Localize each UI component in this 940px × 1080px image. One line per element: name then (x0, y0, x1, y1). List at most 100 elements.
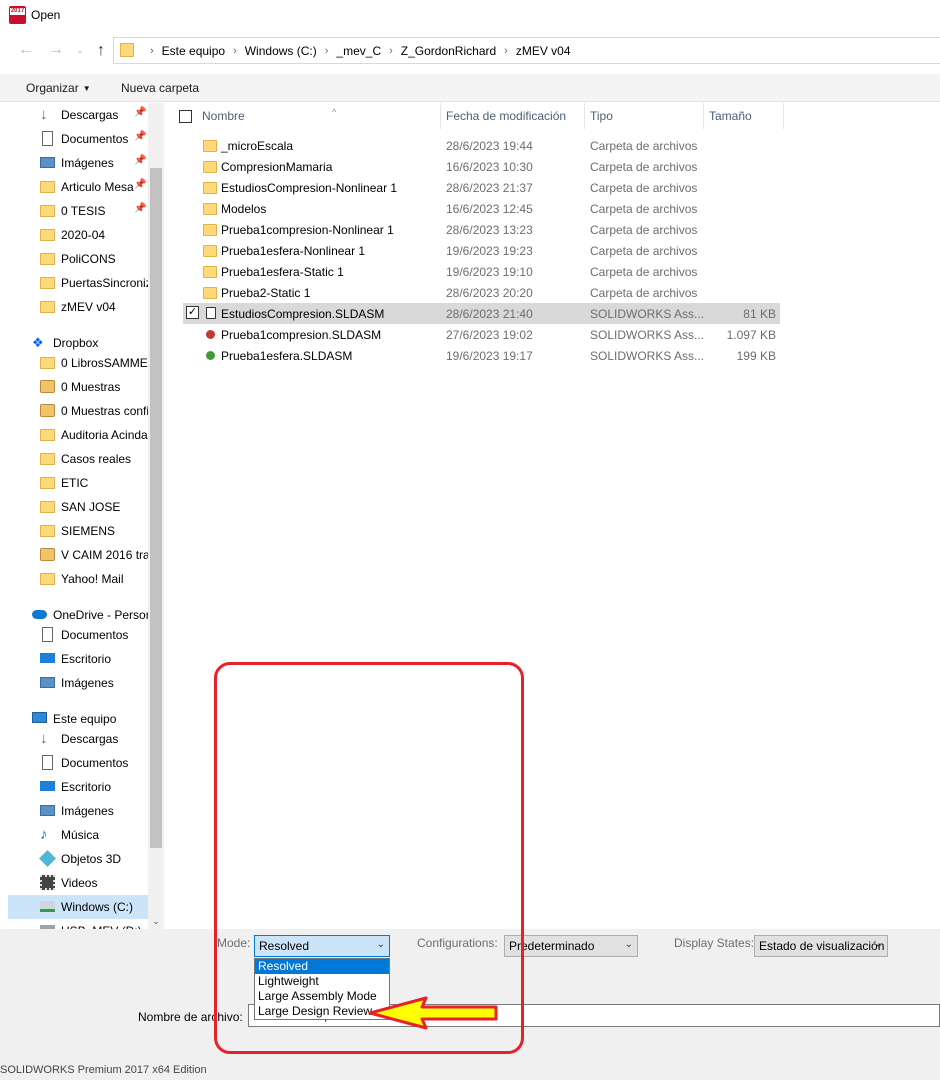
file-date: 19/6/2023 19:10 (446, 265, 533, 279)
sidebar-item-label: Escritorio (61, 652, 112, 666)
display-states-value: Estado de visualización (759, 939, 885, 953)
navigation-pane[interactable]: ↓ Descargas 📌 Documentos 📌 Imágenes 📌 Articulo … (8, 103, 148, 929)
sidebar-item[interactable]: USB_MEV (D:) (8, 919, 148, 929)
display-states-select[interactable]: Estado de visualización ⌄ (754, 935, 888, 957)
recent-locations-chevron-icon[interactable]: ⌄ (70, 41, 90, 59)
file-row[interactable]: Prueba2-Static 1 28/6/2023 20:20 Carpeta d… (183, 282, 780, 303)
sidebar-item-label: Este equipo (53, 712, 117, 726)
file-row[interactable]: Prueba1esfera.SLDASM 19/6/2023 19:17 SOLID… (183, 345, 780, 366)
sidebar-item[interactable]: 0 Muestras (8, 375, 148, 399)
breadcrumb[interactable]: › Este equipo › Windows (C:) › _mev_C › Z_Gordo… (113, 37, 940, 64)
window-title: Open (31, 8, 61, 22)
sidebar-item[interactable]: Escritorio (8, 775, 148, 799)
sidebar-item[interactable]: PuertasSincronizadas (8, 271, 148, 295)
sidebar-item-label: 0 LibrosSAMME (61, 356, 148, 370)
file-name: Prueba1compresion-Nonlinear 1 (221, 223, 394, 237)
file-row[interactable]: Prueba1esfera-Nonlinear 1 19/6/2023 19:23… (183, 240, 780, 261)
file-row[interactable]: Prueba1compresion.SLDASM 27/6/2023 19:02 S… (183, 324, 780, 345)
sidebar-item-label: PoliCONS (61, 252, 116, 266)
nav-scrollbar-thumb[interactable] (150, 168, 162, 848)
sidebar-item[interactable]: ↓ Descargas 📌 (8, 103, 148, 127)
sidebar-item[interactable]: 0 TESIS 📌 (8, 199, 148, 223)
file-date: 19/6/2023 19:23 (446, 244, 533, 258)
file-name: Prueba1esfera-Static 1 (221, 265, 344, 279)
forward-arrow-icon[interactable]: → (46, 41, 66, 59)
sidebar-item[interactable]: Documentos (8, 751, 148, 775)
sidebar-item[interactable]: Videos (8, 871, 148, 895)
sidebar-item[interactable]: SAN JOSE (8, 495, 148, 519)
mode-option[interactable]: Resolved (255, 959, 389, 974)
file-name: EstudiosCompresion.SLDASM (221, 307, 385, 321)
sidebar-item-label: SIEMENS (61, 524, 116, 538)
file-row[interactable]: Modelos 16/6/2023 12:45 Carpeta de archivo… (183, 198, 780, 219)
sidebar-item-label: 0 Muestras confidenciales (61, 404, 148, 418)
column-header-type[interactable]: Tipo (584, 103, 704, 129)
column-header-size[interactable]: Tamaño (703, 103, 784, 129)
sidebar-item[interactable]: ♪ Música (8, 823, 148, 847)
sidebar-item[interactable]: Yahoo! Mail (8, 567, 148, 591)
file-row[interactable]: Prueba1compresion-Nonlinear 1 28/6/2023 1… (183, 219, 780, 240)
sidebar-item[interactable]: Documentos 📌 (8, 127, 148, 151)
chevron-right-icon[interactable]: › (325, 45, 329, 57)
chevron-right-icon[interactable]: › (504, 45, 508, 57)
new-folder-button[interactable]: Nueva carpeta (121, 81, 199, 95)
sidebar-item[interactable]: ↓ Descargas (8, 727, 148, 751)
breadcrumb-item[interactable]: Este equipo (162, 44, 225, 58)
folder-icon (40, 357, 55, 369)
sidebar-item[interactable]: Imágenes 📌 (8, 151, 148, 175)
breadcrumb-item[interactable]: Windows (C:) (245, 44, 317, 58)
file-size: 81 KB (743, 307, 776, 321)
sidebar-item[interactable]: Articulo Mesa 📌 (8, 175, 148, 199)
configurations-select[interactable]: Predeterminado ⌄ (504, 935, 638, 957)
file-row[interactable]: Prueba1esfera-Static 1 19/6/2023 19:10 Car… (183, 261, 780, 282)
sidebar-item[interactable]: PoliCONS (8, 247, 148, 271)
mode-option[interactable]: Lightweight (255, 974, 389, 989)
sidebar-item[interactable]: 0 LibrosSAMME (8, 351, 148, 375)
sidebar-item[interactable]: zMEV v04 (8, 295, 148, 319)
breadcrumb-item[interactable]: Z_GordonRichard (401, 44, 496, 58)
breadcrumb-item[interactable]: zMEV v04 (516, 44, 571, 58)
organize-label: Organizar (26, 81, 79, 95)
file-row[interactable]: CompresionMamaria 16/6/2023 10:30 Carpeta … (183, 156, 780, 177)
select-all-checkbox[interactable] (179, 110, 192, 123)
file-name: Prueba1esfera.SLDASM (221, 349, 353, 363)
chevron-right-icon[interactable]: › (150, 45, 154, 57)
folder-icon (40, 573, 55, 585)
sidebar-item[interactable]: Documentos (8, 623, 148, 647)
sidebar-item[interactable]: Escritorio (8, 647, 148, 671)
sidebar-item[interactable]: Auditoria Acindar (8, 423, 148, 447)
sidebar-item-label: Escritorio (61, 780, 112, 794)
sidebar-item-label: V CAIM 2016 trabajos (61, 548, 148, 562)
sidebar-item[interactable]: Objetos 3D (8, 847, 148, 871)
pictures-icon (40, 677, 55, 688)
up-arrow-icon[interactable]: ↑ (91, 42, 111, 60)
file-type: SOLIDWORKS Ass... (590, 307, 705, 321)
column-header-name[interactable]: Nombre ^ (196, 103, 441, 129)
sidebar-item[interactable]: Casos reales (8, 447, 148, 471)
column-headers: Nombre ^ Fecha de modificación Tipo Tamañ… (168, 103, 940, 129)
chevron-right-icon[interactable]: › (389, 45, 393, 57)
sidebar-item-label: Imágenes (61, 156, 114, 170)
sidebar-item[interactable]: ETIC (8, 471, 148, 495)
organize-button[interactable]: Organizar ▼ (26, 81, 91, 95)
sidebar-item-label: Descargas (61, 108, 119, 122)
file-row[interactable]: EstudiosCompresion-Nonlinear 1 28/6/2023 … (183, 177, 780, 198)
desktop-icon (40, 653, 55, 663)
file-row[interactable]: _microEscala 28/6/2023 19:44 Carpeta de ar… (183, 135, 780, 156)
scroll-down-arrow-icon[interactable]: ⌄ (150, 916, 162, 928)
status-bar: SOLIDWORKS Premium 2017 x64 Edition (0, 1062, 940, 1080)
chevron-right-icon[interactable]: › (233, 45, 237, 57)
sidebar-item[interactable]: Imágenes (8, 799, 148, 823)
sidebar-item[interactable]: 0 Muestras confidenciales (8, 399, 148, 423)
sidebar-item[interactable]: 2020-04 (8, 223, 148, 247)
back-arrow-icon[interactable]: ← (16, 41, 36, 59)
file-row[interactable]: ✓ EstudiosCompresion.SLDASM 28/6/2023 21:4… (183, 303, 780, 324)
sidebar-item[interactable]: Imágenes (8, 671, 148, 695)
sidebar-item[interactable]: V CAIM 2016 trabajos (8, 543, 148, 567)
sidebar-item[interactable]: Windows (C:) (8, 895, 148, 919)
file-type: SOLIDWORKS Ass... (590, 328, 705, 342)
sidebar-item[interactable]: SIEMENS (8, 519, 148, 543)
checkbox-checked-icon[interactable]: ✓ (186, 306, 199, 319)
breadcrumb-item[interactable]: _mev_C (336, 44, 381, 58)
column-header-date[interactable]: Fecha de modificación (440, 103, 585, 129)
